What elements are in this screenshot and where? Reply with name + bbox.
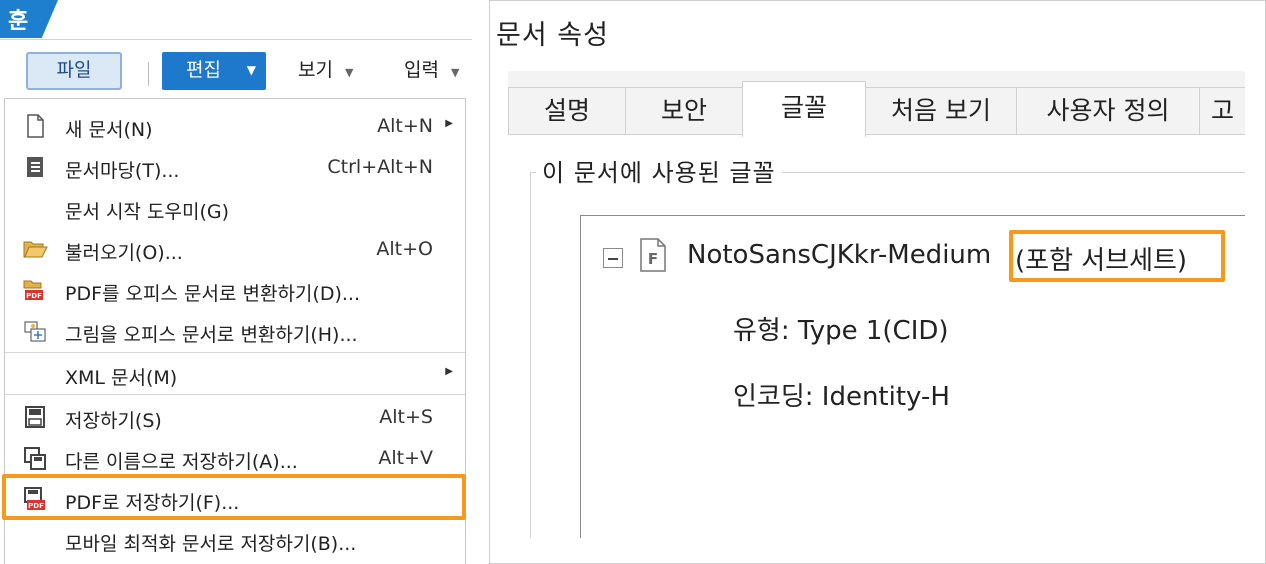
- menu-separator: [5, 394, 465, 395]
- menu-item-save[interactable]: 저장하기(S) Alt+S: [5, 396, 465, 437]
- file-menu-panel: 훈 파일 편집 ▼ 보기 ▼ 입력 ▼ 새 문서(N) Alt+N ▶ 문서마당…: [0, 0, 472, 564]
- tab-insert-label: 입력: [404, 59, 439, 81]
- menu-item-open[interactable]: 불러오기(O)... Alt+O: [5, 228, 465, 269]
- tab-custom[interactable]: 사용자 정의: [1016, 87, 1200, 135]
- menu-item-label: 불러오기(O)...: [65, 242, 183, 264]
- font-name: NotoSansCJKkr-Medium: [687, 240, 992, 270]
- save-icon: [25, 406, 45, 428]
- svg-text:PDF: PDF: [26, 292, 42, 300]
- menu-item-shortcut: Ctrl+Alt+N: [327, 156, 433, 178]
- menu-item-label: 다른 이름으로 저장하기(A)...: [65, 451, 298, 473]
- image-convert-icon: [24, 321, 46, 342]
- tab-security[interactable]: 보안: [625, 87, 743, 135]
- menu-item-image-to-office[interactable]: 그림을 오피스 문서로 변환하기(H)...: [5, 310, 465, 351]
- menu-item-label: 문서 시작 도우미(G): [65, 201, 229, 223]
- tab-edit[interactable]: 편집 ▼: [162, 52, 266, 90]
- tab-advanced[interactable]: 고: [1199, 87, 1245, 135]
- font-tree-view[interactable]: F NotoSansCJKkr-Medium (포함 서브세트) 유형: Typ…: [580, 215, 1245, 538]
- menu-item-label: 새 문서(N): [65, 119, 153, 141]
- menu-item-label: 문서마당(T)...: [65, 160, 180, 182]
- document-properties-dialog: 문서 속성 설명 보안 글꼴 처음 보기 사용자 정의 고 이 문서에 사용된 …: [489, 0, 1266, 564]
- menu-item-save-as[interactable]: 다른 이름으로 저장하기(A)... Alt+V: [5, 437, 465, 478]
- tab-strip: 설명 보안 글꼴 처음 보기 사용자 정의 고: [508, 81, 1245, 137]
- caret-down-icon[interactable]: ▼: [451, 66, 459, 79]
- fonts-group-label: 이 문서에 사용된 글꼴: [536, 153, 782, 188]
- menu-item-save-mobile[interactable]: 모바일 최적화 문서로 저장하기(B)...: [5, 519, 465, 560]
- menu-item-label: 그림을 오피스 문서로 변환하기(H)...: [65, 324, 358, 346]
- menu-item-shortcut: Alt+S: [379, 406, 433, 428]
- tab-view[interactable]: 보기 ▼: [298, 52, 353, 90]
- tab-edit-label: 편집: [186, 59, 221, 81]
- collapse-toggle-icon[interactable]: [603, 248, 623, 268]
- dialog-body: 설명 보안 글꼴 처음 보기 사용자 정의 고 이 문서에 사용된 글꼴 F N…: [508, 71, 1245, 538]
- font-encoding: 인코딩: Identity-H: [733, 382, 950, 412]
- menu-item-label: 저장하기(S): [65, 410, 162, 432]
- new-document-icon: [27, 114, 44, 138]
- highlight-box: [1009, 230, 1225, 282]
- fonts-tab-panel: 이 문서에 사용된 글꼴 F NotoSansCJKkr-Medium (포함 …: [508, 134, 1245, 538]
- tab-view-label: 보기: [298, 59, 333, 81]
- menu-item-label: XML 문서(M): [65, 367, 178, 389]
- submenu-arrow-icon: ▶: [445, 366, 453, 377]
- ribbon-tabs: 파일 편집 ▼ 보기 ▼ 입력 ▼: [0, 40, 472, 96]
- folder-open-icon: [23, 241, 48, 258]
- dialog-title: 문서 속성: [496, 20, 609, 51]
- menu-item-label: PDF를 오피스 문서로 변환하기(D)...: [65, 283, 360, 305]
- tab-file[interactable]: 파일: [26, 52, 122, 90]
- svg-text:F: F: [648, 250, 658, 268]
- font-file-icon: F: [640, 238, 666, 272]
- menu-item-xml-document[interactable]: XML 문서(M) ▶: [5, 353, 465, 394]
- menu-item-start-assistant[interactable]: 문서 시작 도우미(G): [5, 187, 465, 228]
- menu-item-shortcut: Alt+O: [376, 238, 433, 260]
- highlight-box: [2, 474, 466, 520]
- caret-down-icon[interactable]: ▼: [247, 52, 256, 89]
- save-as-icon: [24, 447, 46, 470]
- menu-item-shortcut: Alt+N: [377, 115, 433, 137]
- pdf-convert-icon: PDF: [23, 280, 43, 300]
- font-type: 유형: Type 1(CID): [733, 316, 949, 346]
- caret-down-icon[interactable]: ▼: [345, 66, 353, 79]
- ribbon-separator: [148, 62, 149, 86]
- tab-description[interactable]: 설명: [508, 87, 626, 135]
- tab-fonts[interactable]: 글꼴: [742, 81, 866, 137]
- menu-item-label: 모바일 최적화 문서로 저장하기(B)...: [65, 533, 357, 555]
- submenu-arrow-icon: ▶: [445, 118, 453, 129]
- menu-item-pdf-to-office[interactable]: PDF PDF를 오피스 문서로 변환하기(D)...: [5, 269, 465, 310]
- app-logo-badge: 훈: [0, 0, 58, 38]
- tab-initial-view[interactable]: 처음 보기: [865, 87, 1017, 135]
- menu-item-shortcut: Alt+V: [378, 447, 433, 469]
- template-icon: [27, 157, 43, 177]
- menu-item-new-document[interactable]: 새 문서(N) Alt+N ▶: [5, 105, 465, 146]
- tab-insert[interactable]: 입력 ▼: [404, 52, 459, 90]
- menu-item-template[interactable]: 문서마당(T)... Ctrl+Alt+N: [5, 146, 465, 187]
